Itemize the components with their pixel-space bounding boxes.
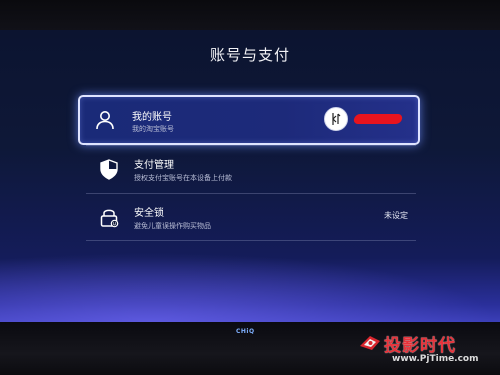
menu-item-payment-management[interactable]: 支付管理 授权支付宝账号在本设备上付款 [86,146,416,194]
shield-icon [98,158,120,180]
redacted-username [352,114,404,124]
menu-item-security-lock[interactable]: 安全锁 避免儿童误操作购买物品 未设定 [86,194,416,242]
menu-item-subtitle: 我的淘宝账号 [132,125,174,133]
watermark-title: 投影时代 [384,336,456,356]
menu-item-my-account[interactable]: 我的账号 我的淘宝账号 [78,95,420,145]
divider [86,240,416,241]
menu-item-subtitle: 避免儿童误操作购买物品 [134,222,211,230]
watermark-url: www.PjTime.com [392,354,479,364]
avatar [324,107,348,131]
menu-item-title: 支付管理 [134,160,174,171]
user-icon [94,109,116,131]
projector-logo-icon [358,332,382,352]
menu-item-title: 安全锁 [134,208,164,219]
watermark: 投影时代 www.PjTime.com [358,330,488,370]
lock-icon [98,206,120,228]
tv-bezel-top [0,0,500,30]
brand-logo: CHiQ [236,328,255,335]
menu-item-title: 我的账号 [132,112,172,123]
menu-item-subtitle: 授权支付宝账号在本设备上付款 [134,174,232,182]
security-lock-status: 未设定 [384,211,408,220]
page-title: 账号与支付 [209,46,290,64]
